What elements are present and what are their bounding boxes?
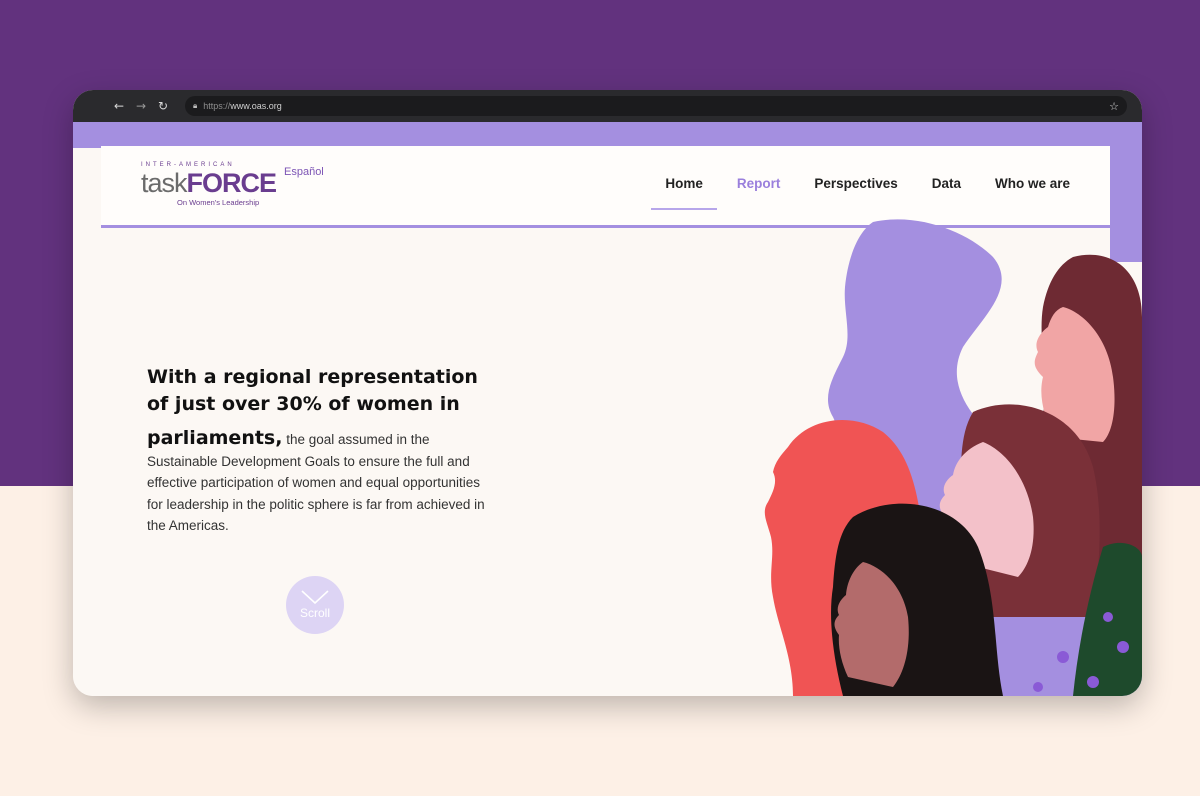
hero-headline-tail: parliaments, bbox=[147, 427, 283, 449]
main-nav: Home Report Perspectives Data Who we are bbox=[651, 176, 1070, 210]
url-scheme: https:// bbox=[203, 101, 231, 111]
lock-icon: 🔒︎ bbox=[193, 101, 198, 110]
address-bar[interactable]: 🔒︎ https:// www.oas.org ☆ bbox=[185, 96, 1127, 116]
hero-headline: With a regional representation of just o… bbox=[147, 366, 478, 415]
scroll-label: Scroll bbox=[299, 606, 330, 620]
hero-body: parliaments, the goal assumed in the Sus… bbox=[147, 427, 492, 537]
nav-item-data[interactable]: Data bbox=[932, 176, 961, 191]
lavender-band bbox=[73, 122, 1142, 148]
url-host: www.oas.org bbox=[230, 101, 282, 111]
taskforce-logo[interactable]: INTER-AMERICAN taskFORCE On Women's Lead… bbox=[141, 162, 277, 212]
nav-item-who-we-are[interactable]: Who we are bbox=[995, 176, 1070, 191]
nav-item-report[interactable]: Report bbox=[737, 176, 781, 191]
nav-item-perspectives[interactable]: Perspectives bbox=[814, 176, 897, 191]
browser-toolbar: ← → ↻ 🔒︎ https:// www.oas.org ☆ bbox=[73, 90, 1142, 122]
web-page: INTER-AMERICAN taskFORCE On Women's Lead… bbox=[73, 122, 1142, 696]
arrow-right-icon[interactable]: → bbox=[131, 99, 151, 113]
reload-icon[interactable]: ↻ bbox=[153, 99, 173, 113]
nav-item-home[interactable]: Home bbox=[651, 176, 717, 210]
scroll-button[interactable]: Scroll bbox=[286, 576, 344, 634]
chevron-down-icon bbox=[301, 590, 329, 604]
star-icon[interactable]: ☆ bbox=[1109, 100, 1119, 113]
site-header: INTER-AMERICAN taskFORCE On Women's Lead… bbox=[101, 146, 1110, 228]
active-nav-underline bbox=[651, 208, 717, 210]
browser-window: ← → ↻ 🔒︎ https:// www.oas.org ☆ INTER-AM… bbox=[73, 90, 1142, 696]
language-link-espanol[interactable]: Español bbox=[284, 166, 324, 178]
logo-wordmark: taskFORCE bbox=[141, 168, 277, 198]
logo-subtitle: On Women's Leadership bbox=[177, 198, 260, 207]
women-profiles-illustration bbox=[764, 219, 1142, 696]
arrow-left-icon[interactable]: ← bbox=[109, 99, 129, 113]
